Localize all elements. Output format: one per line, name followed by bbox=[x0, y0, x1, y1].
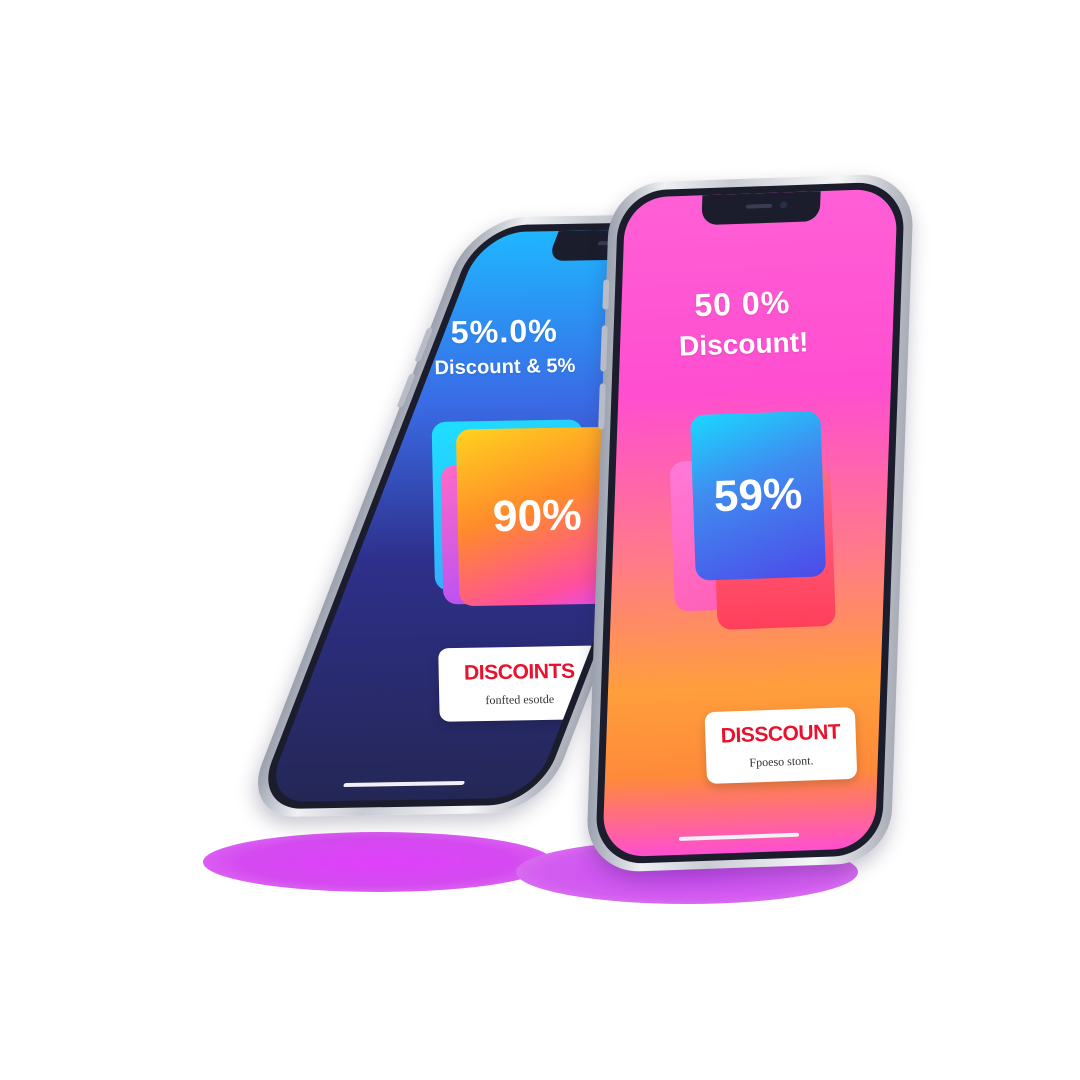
left-phone-ticket-subtitle: fonfted esotde bbox=[485, 691, 555, 707]
left-phone-floor-shadow bbox=[203, 832, 553, 892]
right-phone-discount-card[interactable]: 59% bbox=[690, 410, 827, 581]
right-phone: 50 0% Discount! 59% DISSCOUNT Fpoeso sto… bbox=[585, 172, 915, 874]
front-camera-icon bbox=[780, 201, 788, 209]
left-phone-headline-block: 5%.0% Discount & 5% bbox=[369, 311, 640, 381]
right-phone-subheadline: Discount! bbox=[678, 326, 809, 362]
right-phone-content: 50 0% Discount! 59% DISSCOUNT Fpoeso sto… bbox=[602, 189, 898, 856]
right-phone-ticket-title: DISSCOUNT bbox=[720, 720, 841, 748]
right-phone-headline: 50 0% bbox=[693, 284, 791, 324]
right-phone-screen: 50 0% Discount! 59% DISSCOUNT Fpoeso sto… bbox=[602, 188, 898, 858]
right-phone-bezel: 50 0% Discount! 59% DISSCOUNT Fpoeso sto… bbox=[594, 181, 906, 865]
right-phone-mute-switch bbox=[602, 279, 610, 310]
right-phone-discount-ticket[interactable]: DISSCOUNT Fpoeso stont. bbox=[704, 707, 858, 785]
right-phone-card-value: 59% bbox=[713, 469, 804, 522]
right-phone-headline-block: 50 0% Discount! bbox=[605, 281, 880, 365]
left-phone-headline: 5%.0% bbox=[450, 312, 559, 351]
left-phone-discount-card[interactable]: 90% bbox=[455, 426, 619, 607]
right-phone-notch bbox=[701, 191, 821, 226]
right-phone-volume-up-button bbox=[600, 325, 608, 372]
right-phone-volume-down-button bbox=[598, 383, 606, 430]
left-phone-discount-card-stack: 90% bbox=[431, 419, 619, 611]
left-phone-discount-ticket[interactable]: DISCOINTS fonfted esotde bbox=[438, 645, 601, 722]
left-phone-ticket-title: DISCOINTS bbox=[463, 659, 575, 685]
right-phone-ticket-subtitle: Fpoeso stont. bbox=[749, 752, 814, 770]
speaker-grille bbox=[745, 203, 773, 209]
right-phone-discount-card-stack: 59% bbox=[669, 410, 848, 645]
left-phone-card-value: 90% bbox=[492, 490, 583, 542]
